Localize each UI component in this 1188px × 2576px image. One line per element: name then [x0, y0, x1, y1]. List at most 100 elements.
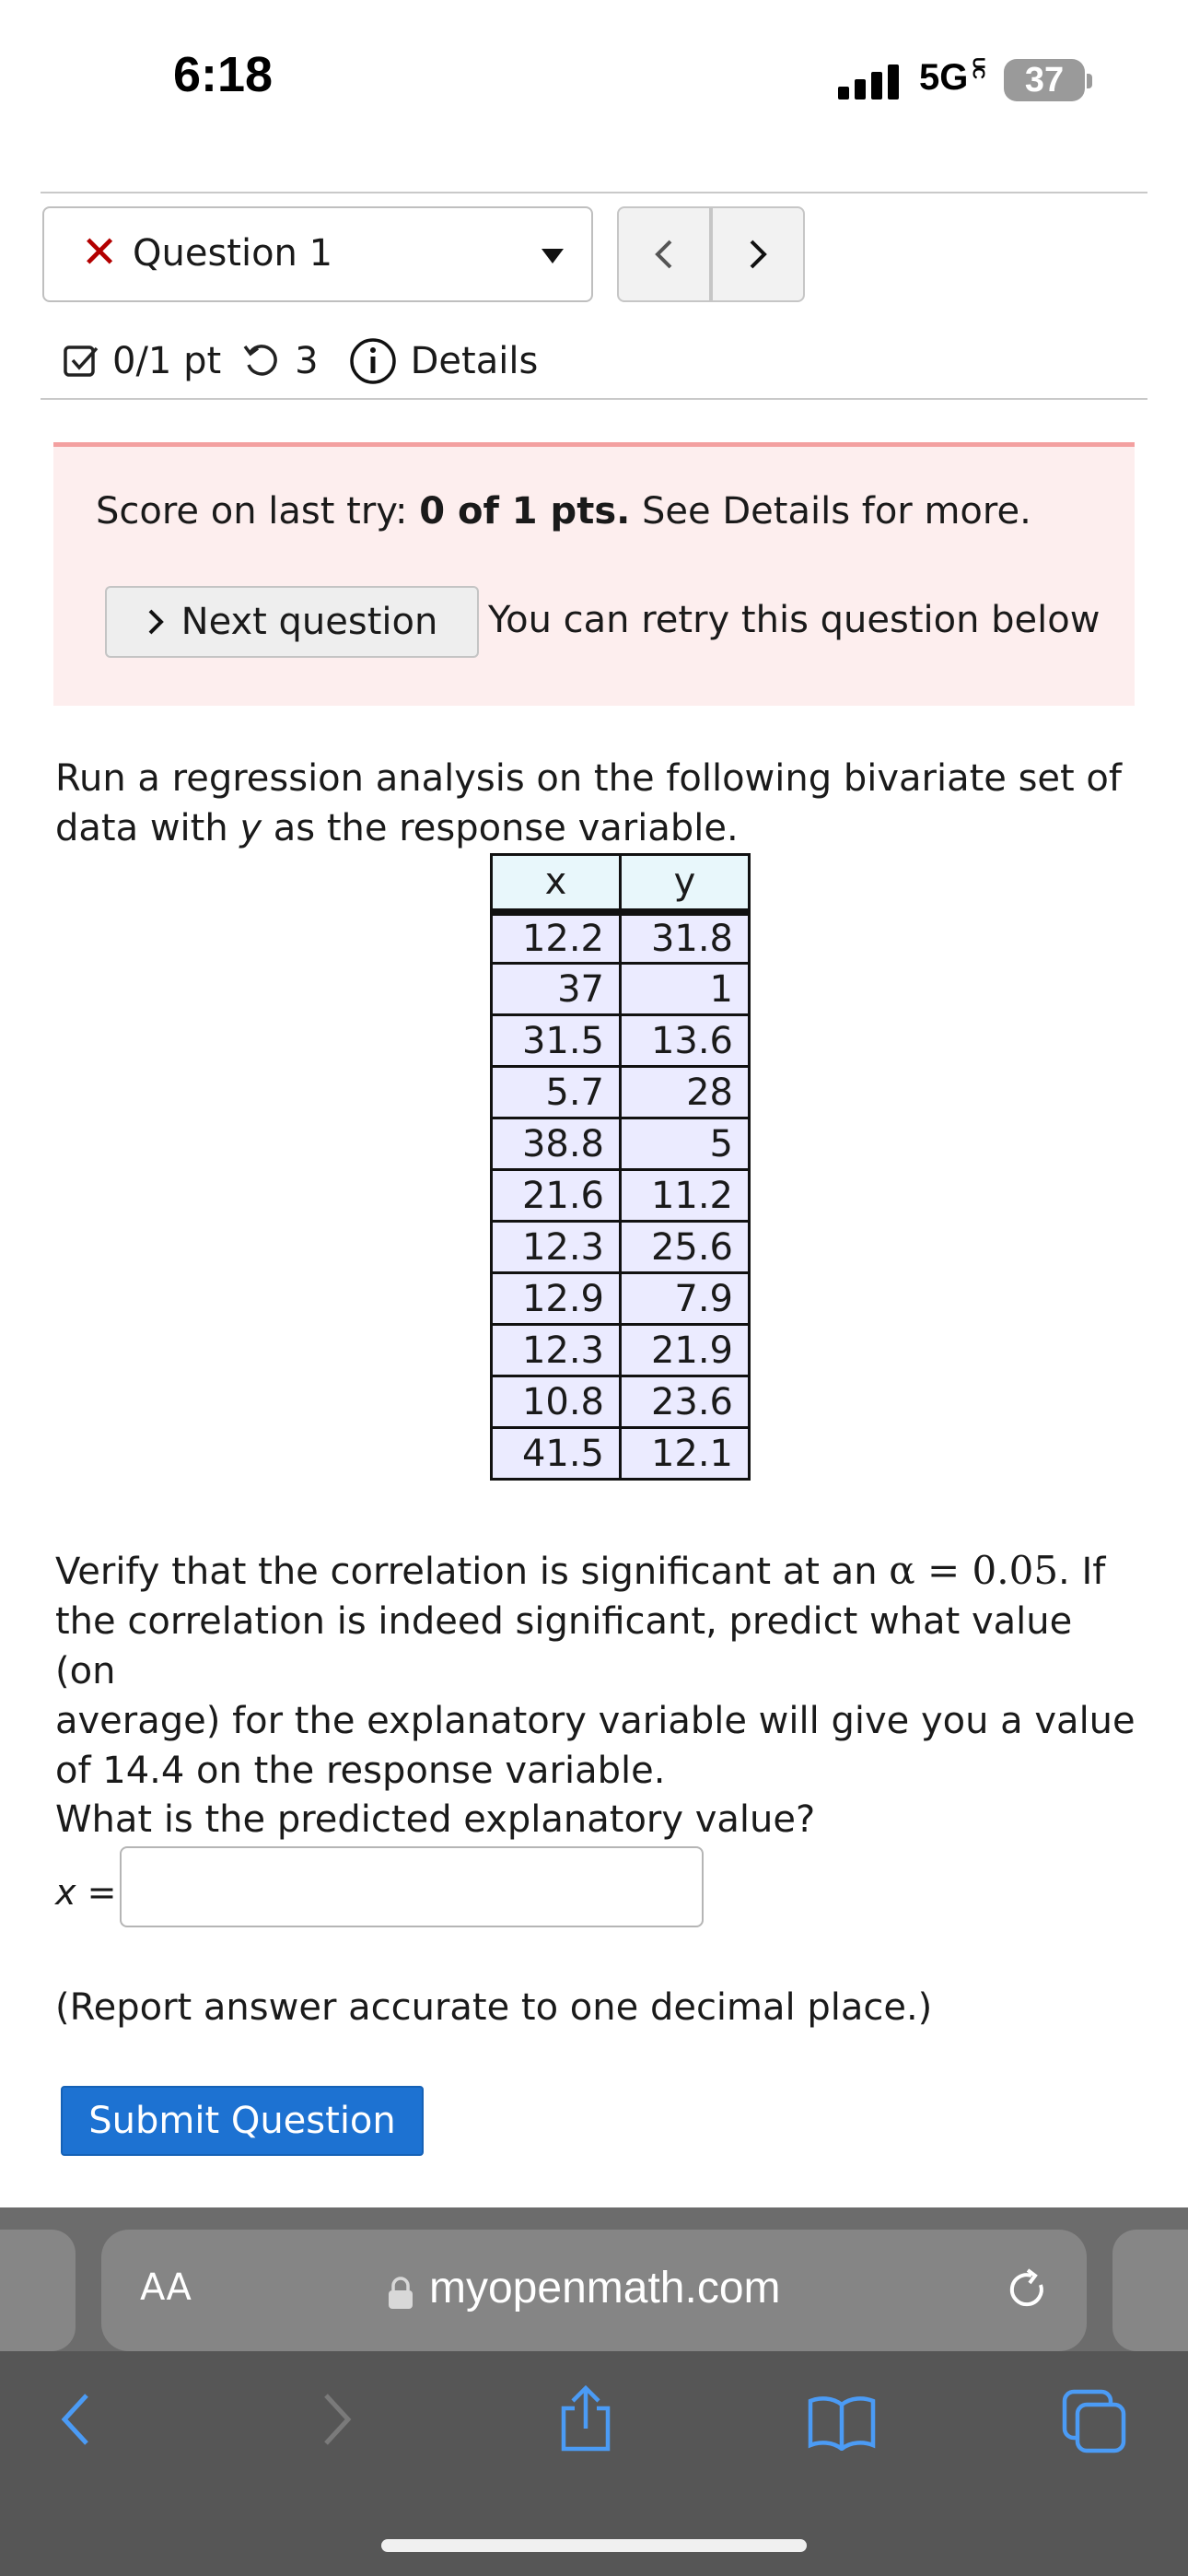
score-suffix: See Details for more.	[630, 490, 1031, 533]
previous-tab-preview[interactable]	[0, 2230, 76, 2351]
bookmarks-icon[interactable]	[807, 2395, 877, 2451]
score-bold: 0 of 1 pts.	[419, 490, 631, 533]
score-prefix: Score on last try:	[96, 490, 420, 533]
cell-y: 23.6	[619, 1375, 751, 1429]
verify-line-3: average) for the explanatory variable wi…	[55, 1700, 1136, 1742]
answer-label: x =	[55, 1872, 117, 1913]
table-header-row: x y	[490, 853, 751, 916]
response-variable: y	[239, 807, 262, 849]
alpha-level: α = 0.05	[889, 1548, 1059, 1593]
table-row: 41.5 12.1	[490, 1426, 751, 1481]
retry-icon	[243, 345, 278, 376]
data-table: x y 12.2 31.8 37 1 31.5 13.6 5.7 28 38.8 5 21…	[490, 853, 751, 1481]
back-icon[interactable]	[57, 2390, 94, 2449]
table-row: 38.8 5	[490, 1117, 751, 1171]
verify-line-4: of 14.4 on the response variable.	[55, 1750, 666, 1792]
answer-input[interactable]	[120, 1846, 704, 1927]
header-x: x	[490, 853, 622, 916]
chevron-right-icon	[750, 240, 767, 269]
cell-y: 21.9	[619, 1323, 751, 1377]
cell-x: 31.5	[490, 1013, 622, 1068]
home-indicator	[381, 2539, 807, 2552]
cell-x: 12.3	[490, 1323, 622, 1377]
table-row: 10.8 23.6	[490, 1375, 751, 1429]
cell-x: 37	[490, 962, 622, 1016]
cell-x: 12.2	[490, 910, 622, 965]
details-label: Details	[410, 340, 539, 382]
question-instructions: Verify that the correlation is significa…	[55, 1546, 1142, 1796]
answer-prompt: What is the predicted explanatory value?	[55, 1798, 816, 1841]
table-row: 5.7 28	[490, 1065, 751, 1119]
tabs-icon[interactable]	[1061, 2388, 1127, 2454]
cell-y: 5	[619, 1117, 751, 1171]
page-url[interactable]: myopenmath.com	[429, 2263, 781, 2313]
chevron-right-icon	[148, 609, 164, 635]
chevron-left-icon	[655, 240, 672, 269]
verify-1a: Verify that the correlation is significa…	[55, 1551, 890, 1593]
network-label: 5G	[919, 57, 969, 98]
lock-icon	[389, 2277, 413, 2309]
table-row: 12.9 7.9	[490, 1271, 751, 1326]
verify-line-2: the correlation is indeed significant, p…	[55, 1600, 1073, 1692]
cell-y: 25.6	[619, 1220, 751, 1274]
cell-x: 12.9	[490, 1271, 622, 1326]
battery-icon: 37	[1004, 59, 1085, 101]
table-row: 37 1	[490, 962, 751, 1016]
network-suffix: UC	[969, 57, 988, 77]
verify-line-1: Verify that the correlation is significa…	[55, 1546, 1142, 1597]
cell-x: 21.6	[490, 1168, 622, 1223]
info-icon	[349, 338, 396, 384]
status-time: 6:18	[173, 47, 274, 102]
checkbox-check-icon	[64, 345, 99, 377]
text-size-button[interactable]: AA	[140, 2266, 192, 2309]
question-intro: Run a regression analysis on the followi…	[55, 754, 1142, 853]
divider	[41, 192, 1147, 193]
cell-y: 12.1	[619, 1426, 751, 1481]
header-y: y	[619, 853, 751, 916]
intro-2b: as the response variable.	[262, 807, 739, 849]
question-select[interactable]: ✕ Question 1	[42, 206, 593, 302]
table-row: 12.2 31.8	[490, 910, 751, 965]
table-row: 12.3 21.9	[490, 1323, 751, 1377]
cell-y: 7.9	[619, 1271, 751, 1326]
score-row: 0/1 pt 3 Details	[63, 332, 538, 391]
cell-x: 38.8	[490, 1117, 622, 1171]
forward-icon[interactable]	[319, 2390, 355, 2449]
submit-question-button[interactable]: Submit Question	[61, 2086, 424, 2156]
cell-x: 12.3	[490, 1220, 622, 1274]
battery-nub	[1087, 74, 1092, 88]
intro-2a: data with	[55, 807, 240, 849]
cell-y: 28	[619, 1065, 751, 1119]
next-question-arrow-button[interactable]	[711, 206, 805, 302]
next-tab-preview[interactable]	[1112, 2230, 1188, 2351]
network-type: 5GUC	[919, 57, 987, 99]
cell-y: 11.2	[619, 1168, 751, 1223]
score-value: 0/1 pt	[112, 340, 222, 382]
previous-question-button[interactable]	[617, 206, 711, 302]
share-icon[interactable]	[556, 2384, 615, 2453]
question-select-label: Question 1	[133, 232, 333, 275]
reload-icon[interactable]	[1004, 2266, 1052, 2314]
last-try-score: Score on last try: 0 of 1 pts. See Detai…	[96, 490, 1031, 533]
incorrect-icon: ✕	[81, 227, 119, 278]
retry-message: You can retry this question below	[488, 599, 1101, 641]
next-question-label: Next question	[181, 601, 438, 643]
feedback-box	[53, 442, 1135, 706]
cell-y: 31.8	[619, 910, 751, 965]
precision-note: (Report answer accurate to one decimal p…	[55, 1986, 933, 2029]
cell-x: 41.5	[490, 1426, 622, 1481]
cell-x: 5.7	[490, 1065, 622, 1119]
divider	[41, 398, 1147, 400]
cellular-signal-icon	[838, 63, 899, 100]
details-link[interactable]: Details	[348, 336, 539, 386]
dropdown-arrow-icon	[542, 249, 564, 263]
cell-y: 13.6	[619, 1013, 751, 1068]
table-row: 12.3 25.6	[490, 1220, 751, 1274]
next-question-button[interactable]: Next question	[105, 586, 479, 658]
cell-x: 10.8	[490, 1375, 622, 1429]
table-row: 21.6 11.2	[490, 1168, 751, 1223]
attempts-remaining: 3	[295, 340, 319, 382]
table-row: 31.5 13.6	[490, 1013, 751, 1068]
cell-y: 1	[619, 962, 751, 1016]
verify-1b: . If	[1058, 1551, 1106, 1593]
